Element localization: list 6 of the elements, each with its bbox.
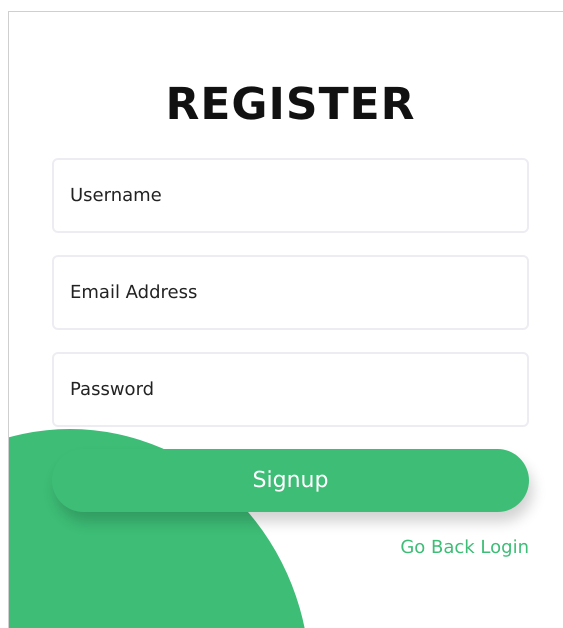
signup-button[interactable]: Signup [52, 449, 529, 512]
input-field[interactable]: Password [52, 352, 529, 427]
page-title: REGISTER [165, 79, 416, 131]
input-field[interactable]: Username [52, 158, 529, 233]
back-link[interactable]: Go Back Login [400, 537, 529, 558]
input-field[interactable]: Email Address [52, 255, 529, 330]
